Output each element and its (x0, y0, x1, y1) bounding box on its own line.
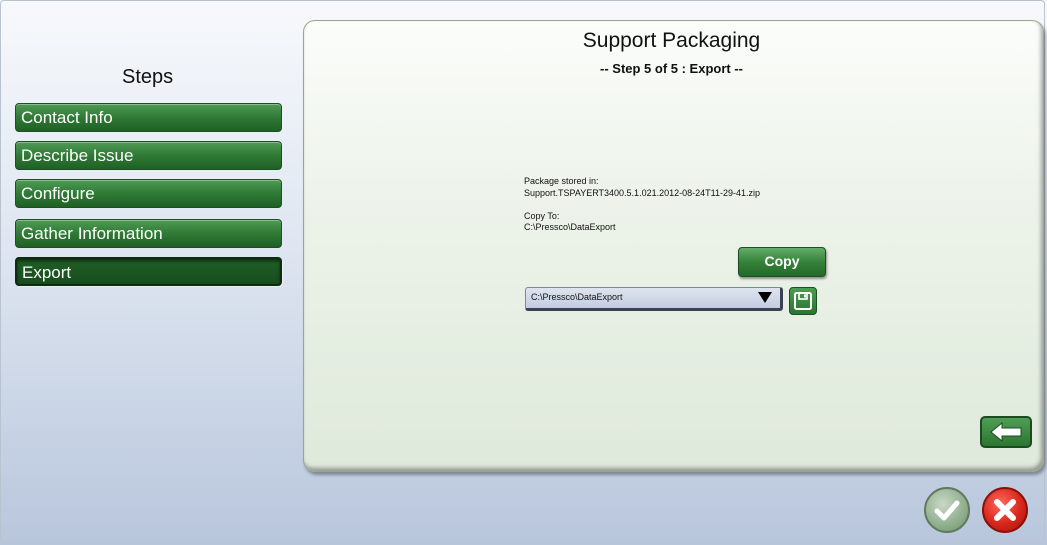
step-export[interactable]: Export (15, 257, 282, 286)
copy-button[interactable]: Copy (738, 247, 826, 277)
arrow-left-icon (990, 421, 1022, 443)
dropdown-selected-value: C:\Pressco\DataExport (531, 292, 623, 302)
step-describe-issue[interactable]: Describe Issue (15, 141, 282, 170)
copy-to-label: Copy To: (524, 211, 560, 221)
page-title: Support Packaging (582, 29, 761, 52)
step-gather-information[interactable]: Gather Information (15, 219, 282, 248)
package-file-name: Support.TSPAYERT3400.5.1.021.2012-08-24T… (524, 188, 760, 198)
copy-destination-dropdown[interactable]: C:\Pressco\DataExport (525, 287, 783, 311)
chevron-down-icon (758, 292, 772, 303)
package-stored-label: Package stored in: (524, 176, 599, 186)
step-configure[interactable]: Configure (15, 179, 282, 208)
checkmark-icon (934, 500, 960, 521)
support-packaging-panel: Support Packaging -- Step 5 of 5 : Expor… (303, 20, 1044, 472)
step-contact-info[interactable]: Contact Info (15, 103, 282, 132)
steps-heading: Steps (122, 66, 174, 88)
close-icon (994, 499, 1016, 521)
cancel-button[interactable] (982, 487, 1028, 533)
save-button[interactable] (789, 287, 817, 315)
step-indicator: -- Step 5 of 5 : Export -- (600, 61, 743, 76)
floppy-disk-icon (794, 292, 812, 310)
copy-to-path: C:\Pressco\DataExport (524, 222, 616, 232)
ok-button[interactable] (924, 487, 970, 533)
back-button[interactable] (980, 416, 1032, 448)
